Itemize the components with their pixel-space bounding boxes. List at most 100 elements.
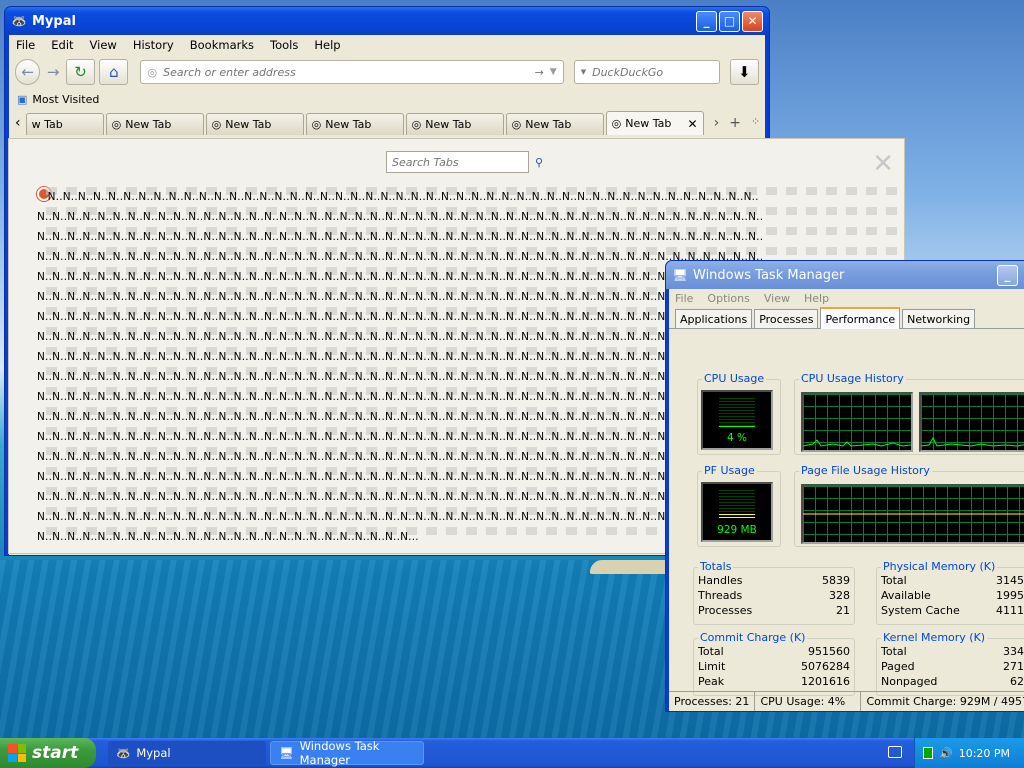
menu-view[interactable]: View (764, 292, 790, 305)
taskbar-item-mypal[interactable]: 🦝 Mypal (108, 741, 266, 765)
tab-label: New Tab (325, 118, 372, 131)
mypal-logo-icon: 🦝 (116, 746, 131, 760)
globe-icon: ◎ (411, 118, 422, 131)
menu-file[interactable]: File (675, 292, 693, 305)
menu-history[interactable]: History (132, 38, 175, 52)
taskbar: start 🦝 Mypal 🖥 Windows Task Manager 🔊 1… (0, 738, 1024, 768)
stat-row: Handles 5839 (698, 574, 850, 589)
back-button[interactable]: ← (15, 59, 41, 85)
tab[interactable]: ◎ New Tab (405, 113, 504, 135)
address-bar[interactable]: ◎ → ▼ (140, 60, 564, 84)
tab-thumbnail-row[interactable]: N..N..N..N..N..N..N..N..N..N..N..N..N..N… (37, 207, 904, 227)
tab-scroll-right-icon[interactable]: › (714, 115, 720, 131)
tab-networking[interactable]: Networking (902, 309, 976, 328)
clock[interactable]: 10:20 PM (959, 747, 1010, 760)
maximize-button[interactable]: □ (719, 10, 740, 32)
menu-file[interactable]: File (15, 38, 36, 52)
close-tab-view-icon[interactable]: ✕ (872, 149, 894, 179)
stat-value: 3345 (1003, 645, 1024, 658)
bookmark-most-visited[interactable]: Most Visited (32, 93, 99, 106)
menu-help[interactable]: Help (804, 292, 829, 305)
stat-name: Nonpaged (881, 675, 938, 688)
tab-active[interactable]: ◎ New Tab ✕ (605, 111, 704, 135)
start-button[interactable]: start (0, 738, 96, 768)
search-bar[interactable]: ▼ ⚲ (573, 60, 743, 84)
tab[interactable]: ◎ New Tab (205, 113, 304, 135)
taskbar-item-label: Windows Task Manager (299, 739, 380, 767)
go-arrow-icon[interactable]: → (535, 66, 544, 79)
keyboard-icon[interactable] (888, 746, 902, 758)
engine-dropdown-icon[interactable]: ▼ (581, 68, 586, 76)
address-input[interactable] (163, 65, 535, 79)
commit-charge-label: Commit Charge (K) (698, 631, 808, 644)
status-cpu: CPU Usage: 4% (755, 692, 862, 711)
task-manager-window[interactable]: 🖥 Windows Task Manager _ File Options Vi… (665, 260, 1024, 712)
pf-usage-fill (719, 514, 755, 520)
reload-icon: ↻ (74, 63, 87, 81)
menu-edit[interactable]: Edit (50, 38, 74, 52)
pf-usage-value: 929 MB (717, 524, 757, 536)
downloads-button[interactable]: ⬇ (729, 59, 759, 85)
status-commit: Commit Charge: 929M / 4957 (866, 695, 1024, 708)
task-manager-title: Windows Task Manager (693, 267, 845, 283)
mypal-logo-icon: 🦝 (11, 14, 27, 28)
minimize-button[interactable]: _ (696, 10, 717, 32)
task-manager-titlebar[interactable]: 🖥 Windows Task Manager _ (666, 261, 1024, 289)
taskbar-item-task-manager[interactable]: 🖥 Windows Task Manager (270, 739, 424, 767)
menu-view[interactable]: View (89, 38, 118, 52)
tab-scroll-left-icon[interactable]: ‹ (13, 115, 24, 135)
stat-value: 2717 (1003, 660, 1024, 673)
tab[interactable]: ◎ New Tab (505, 113, 604, 135)
windows-logo-icon (8, 744, 26, 762)
tab-thumbnail-row[interactable]: N..N..N..N..N..N..N..N..N..N..N..N..N..N… (37, 187, 904, 207)
cpu-history-graph-1 (801, 392, 913, 452)
tab-close-icon[interactable]: ✕ (688, 117, 698, 131)
taskbar-item-label: Mypal (136, 746, 171, 760)
forward-arrow-icon: → (46, 63, 60, 81)
home-button[interactable]: ⌂ (99, 59, 129, 85)
volume-icon[interactable]: 🔊 (939, 747, 953, 760)
reload-button[interactable]: ↻ (65, 59, 96, 85)
search-icon[interactable]: ⚲ (535, 156, 543, 169)
stat-value: 21 (836, 604, 850, 617)
stat-value: 5839 (822, 574, 850, 587)
minimize-button[interactable]: _ (997, 264, 1018, 286)
most-visited-icon: ▣ (17, 92, 28, 106)
stat-name: Processes (698, 604, 753, 617)
tab-groups-icon[interactable]: ⁘ (751, 115, 760, 131)
tab[interactable]: w Tab (25, 113, 104, 135)
pf-history-group: Page File Usage History (794, 464, 1024, 547)
tab-search-input[interactable] (392, 155, 535, 169)
tab-label: New Tab (125, 118, 172, 131)
close-button[interactable]: ✕ (742, 10, 763, 32)
tab-applications[interactable]: Applications (675, 309, 753, 328)
back-arrow-icon: ← (21, 63, 34, 81)
tab-performance[interactable]: Performance (820, 307, 901, 329)
menu-help[interactable]: Help (313, 38, 341, 52)
pf-usage-label: PF Usage (702, 464, 757, 477)
new-tab-icon[interactable]: + (729, 115, 741, 131)
browser-title: Mypal (32, 13, 76, 29)
tab[interactable]: ◎ New Tab (305, 113, 404, 135)
stat-row: Total 951560 (698, 645, 850, 660)
search-input[interactable] (592, 65, 736, 79)
stat-name: System Cache (881, 604, 960, 617)
forward-button[interactable]: → (44, 59, 62, 85)
menu-bookmarks[interactable]: Bookmarks (189, 38, 255, 52)
menu-options[interactable]: Options (707, 292, 749, 305)
task-manager-tray-icon[interactable] (923, 747, 933, 759)
stat-value: 19952 (996, 589, 1024, 602)
stat-name: Threads (698, 589, 743, 602)
download-icon: ⬇ (738, 63, 751, 81)
task-manager-icon: 🖥 (279, 746, 294, 760)
tab-search-box[interactable]: ⚲ (386, 151, 543, 173)
tab[interactable]: ◎ New Tab (105, 113, 204, 135)
tab-thumbnail-row[interactable]: N..N..N..N..N..N..N..N..N..N..N..N..N..N… (37, 227, 904, 247)
tab-processes[interactable]: Processes (754, 309, 819, 328)
cpu-history-line-1 (803, 439, 911, 447)
cpu-history-line-2 (921, 436, 1024, 447)
menu-tools[interactable]: Tools (269, 38, 299, 52)
home-icon: ⌂ (109, 63, 119, 81)
dropdown-icon[interactable]: ▼ (550, 67, 557, 77)
browser-titlebar[interactable]: 🦝 Mypal _ □ ✕ (5, 7, 769, 35)
